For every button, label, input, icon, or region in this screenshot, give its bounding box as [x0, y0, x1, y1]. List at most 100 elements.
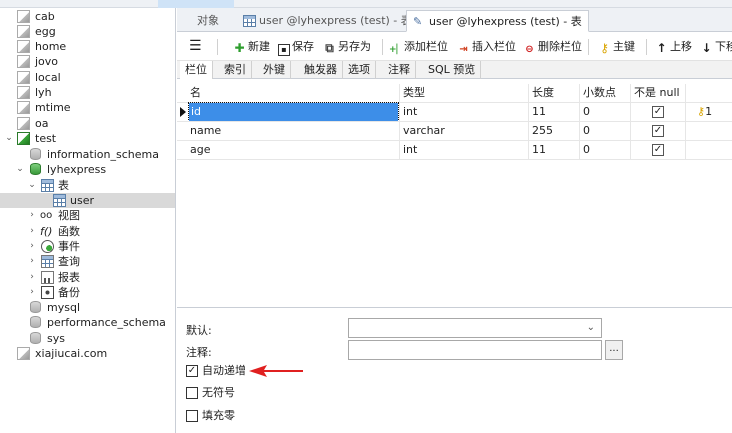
comment-input[interactable] — [348, 340, 602, 360]
add-field-button[interactable]: +▏添加栏位 — [389, 38, 448, 56]
chevron-down-icon[interactable]: ⌄ — [27, 178, 37, 193]
function-icon: f() — [40, 225, 53, 238]
chevron-right-icon[interactable]: › — [27, 285, 37, 300]
column-header-decimals[interactable]: 小数点 — [583, 84, 616, 102]
field-name-cell[interactable]: id — [188, 102, 399, 122]
tree-item-jovo[interactable]: jovo — [0, 54, 175, 69]
chevron-down-icon[interactable]: ⌄ — [15, 162, 25, 177]
save-as-button[interactable]: ⧉ 另存为 — [323, 38, 371, 56]
field-length-cell[interactable]: 255 — [532, 122, 553, 140]
column-header-type[interactable]: 类型 — [403, 84, 425, 102]
column-header-not-null[interactable]: 不是 null — [634, 84, 680, 102]
navigation-tree[interactable]: cab egg home jovo local lyh mtime oa ⌄ t… — [0, 8, 176, 433]
auto-increment-checkbox[interactable]: ✓ 自动递增 — [186, 364, 256, 378]
tree-item-oa[interactable]: oa — [0, 116, 175, 131]
new-button[interactable]: ✚ 新建 — [233, 38, 270, 56]
tree-item-label: information_schema — [47, 148, 159, 161]
subtab-comment[interactable]: 注释 — [383, 61, 416, 79]
field-name-cell[interactable]: age — [190, 141, 211, 159]
default-select[interactable]: ⌄ — [348, 318, 602, 338]
tree-item-sys[interactable]: sys — [0, 331, 175, 346]
tree-item-home[interactable]: home — [0, 39, 175, 54]
tree-item-information-schema[interactable]: information_schema — [0, 147, 175, 162]
table-icon — [243, 15, 256, 27]
connection-icon — [17, 117, 30, 130]
table-row[interactable]: id int 11 0 ✓ ⚷1 — [177, 102, 732, 122]
chevron-right-icon[interactable]: › — [27, 270, 37, 285]
subtab-indexes[interactable]: 索引 — [219, 61, 252, 79]
field-type-cell[interactable]: int — [403, 103, 417, 121]
column-header-length[interactable]: 长度 — [532, 84, 554, 102]
field-type-cell[interactable]: int — [403, 141, 417, 159]
field-decimals-cell[interactable]: 0 — [583, 103, 590, 121]
zerofill-checkbox[interactable]: 填充零 — [186, 409, 256, 423]
move-up-label: 上移 — [670, 40, 692, 53]
chevron-right-icon[interactable]: › — [27, 208, 37, 223]
subtab-foreign-keys[interactable]: 外键 — [258, 61, 291, 79]
move-up-button[interactable]: ↑ 上移 — [655, 38, 692, 56]
subtab-label: 选项 — [348, 63, 370, 76]
insert-field-button[interactable]: ⇥ 插入栏位 — [457, 38, 516, 56]
tree-item-tables[interactable]: ⌄ 表 — [0, 178, 175, 193]
tree-item-lyhexpress[interactable]: ⌄ lyhexpress — [0, 162, 175, 177]
chevron-right-icon[interactable]: › — [27, 239, 37, 254]
tab-user-table-1[interactable]: user @lyhexpress (test) - 表 — [237, 10, 418, 32]
subtab-options[interactable]: 选项 — [343, 61, 376, 79]
chevron-down-icon[interactable]: ⌄ — [4, 131, 14, 146]
tree-item-queries[interactable]: › 查询 — [0, 254, 175, 269]
checkbox-checked-icon: ✓ — [186, 365, 198, 377]
tree-item-performance-schema[interactable]: performance_schema — [0, 315, 175, 330]
field-decimals-cell[interactable]: 0 — [583, 141, 590, 159]
tree-item-user-table[interactable]: user — [0, 193, 175, 208]
table-row[interactable]: name varchar 255 0 ✓ — [177, 121, 732, 140]
comment-editor-button[interactable]: ... — [605, 340, 623, 360]
table-design-toolbar: ☰ ✚ 新建 ▪ 保存 ⧉ 另存为 +▏添加栏位 ⇥ 插入栏位 ⊖ 删除栏位 ⚷ 主键 ↑ 上… — [177, 33, 732, 60]
unsigned-checkbox[interactable]: 无符号 — [186, 386, 256, 400]
save-label: 保存 — [292, 40, 314, 53]
tree-item-mtime[interactable]: mtime — [0, 100, 175, 115]
tree-item-xiajiucai[interactable]: xiajiucai.com — [0, 346, 175, 361]
tree-item-functions[interactable]: › f() 函数 — [0, 224, 175, 239]
subtab-fields[interactable]: 栏位 — [180, 61, 213, 79]
arrow-down-icon: ↓ — [701, 41, 712, 55]
default-label: 默认: — [186, 324, 212, 337]
tab-user-table-design[interactable]: ✎ user @lyhexpress (test) - 表 — [406, 10, 589, 32]
primary-key-button[interactable]: ⚷ 主键 — [598, 38, 635, 56]
move-down-button[interactable]: ↓ 下移 — [700, 38, 732, 56]
subtab-label: SQL 预览 — [428, 63, 476, 76]
field-type-cell[interactable]: varchar — [403, 122, 445, 140]
menu-icon[interactable]: ☰ — [189, 38, 202, 56]
tree-item-events[interactable]: › 事件 — [0, 239, 175, 254]
tab-objects[interactable]: 对象 — [191, 10, 225, 32]
tree-item-cab[interactable]: cab — [0, 9, 175, 24]
move-down-label: 下移 — [715, 40, 732, 53]
save-button[interactable]: ▪ 保存 — [278, 38, 314, 56]
primary-key-indicator: ⚷1 — [697, 103, 712, 121]
subtab-sql-preview[interactable]: SQL 预览 — [423, 61, 482, 79]
field-decimals-cell[interactable]: 0 — [583, 122, 590, 140]
tree-item-mysql[interactable]: mysql — [0, 300, 175, 315]
not-null-checkbox[interactable]: ✓ — [652, 144, 664, 156]
delete-field-button[interactable]: ⊖ 删除栏位 — [523, 38, 582, 56]
tree-item-views[interactable]: › oo 视图 — [0, 208, 175, 223]
fields-grid[interactable]: 名 类型 长度 小数点 不是 null id int 11 0 ✓ ⚷1 nam… — [177, 80, 732, 280]
tree-item-reports[interactable]: › 报表 — [0, 270, 175, 285]
tree-item-local[interactable]: local — [0, 70, 175, 85]
field-length-cell[interactable]: 11 — [532, 103, 546, 121]
chevron-right-icon[interactable]: › — [27, 254, 37, 269]
column-header-name[interactable]: 名 — [190, 84, 201, 102]
field-name-cell[interactable]: name — [190, 122, 221, 140]
connection-icon — [17, 71, 30, 84]
field-length-cell[interactable]: 11 — [532, 141, 546, 159]
tree-item-backups[interactable]: › 备份 — [0, 285, 175, 300]
subtab-label: 栏位 — [185, 63, 207, 76]
tree-item-egg[interactable]: egg — [0, 24, 175, 39]
subtab-triggers[interactable]: 触发器 — [299, 61, 343, 79]
table-row[interactable]: age int 11 0 ✓ — [177, 140, 732, 159]
tree-item-test[interactable]: ⌄ test — [0, 131, 175, 146]
tree-item-lyh[interactable]: lyh — [0, 85, 175, 100]
not-null-checkbox[interactable]: ✓ — [652, 106, 664, 118]
connection-icon — [17, 10, 30, 23]
chevron-right-icon[interactable]: › — [27, 224, 37, 239]
not-null-checkbox[interactable]: ✓ — [652, 125, 664, 137]
